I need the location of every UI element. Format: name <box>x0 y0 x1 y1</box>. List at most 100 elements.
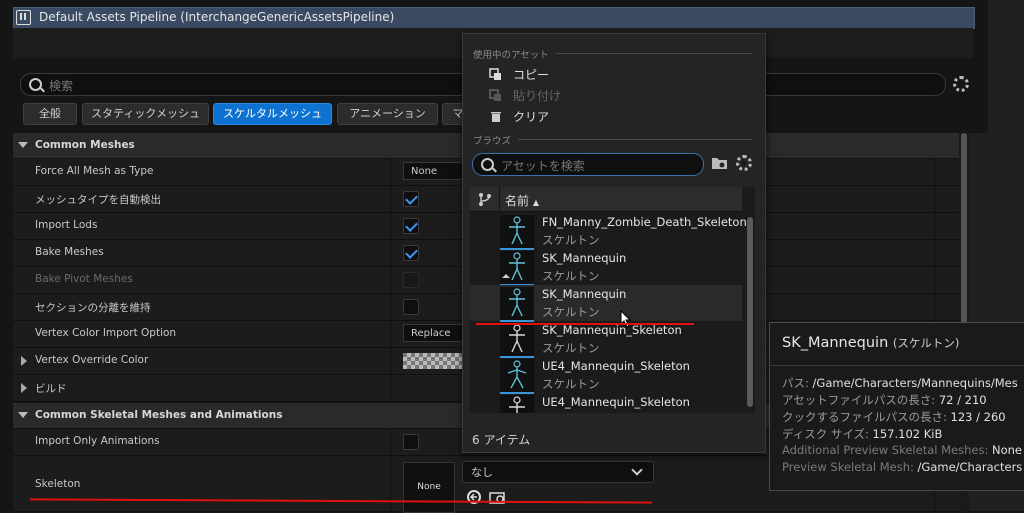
row-label: Vertex Override Color <box>35 354 149 366</box>
row-label: Vertex Color Import Option <box>35 327 177 339</box>
window-title-bar: Default Assets Pipeline (InterchangeGene… <box>13 7 975 29</box>
column-divider <box>390 186 391 212</box>
asset-search-placeholder: アセットを検索 <box>501 159 585 173</box>
asset-search-input[interactable]: アセットを検索 <box>472 153 704 176</box>
skeleton-asset-combo[interactable]: なし <box>462 461 654 483</box>
tooltip-path: パス: /Game/Characters/Mannequins/Mes <box>782 375 1018 391</box>
row-label: Skeleton <box>35 478 81 490</box>
asset-list-item[interactable]: UE4_Mannequin_Skeleton スケルトン <box>470 357 742 394</box>
asset-list-item[interactable]: FN_Manny_Zombie_Death_Skeleton スケルトン <box>470 213 747 250</box>
asset-list-item-hovered[interactable]: SK_Mannequin スケルトン <box>470 285 742 322</box>
paste-menu-item: 貼り付け <box>489 87 562 104</box>
collapse-arrow-icon <box>18 142 28 148</box>
bake-pivot-checkbox <box>403 272 419 288</box>
divider <box>556 53 752 54</box>
bake-meshes-checkbox[interactable] <box>403 245 419 261</box>
clear-label: クリア <box>513 110 550 124</box>
tooltip-value: 123 / 260 <box>950 410 1006 424</box>
row-label: Force All Mesh as Type <box>35 165 154 177</box>
expand-arrow-icon[interactable] <box>21 383 27 393</box>
section-title: Common Meshes <box>35 139 135 151</box>
tooltip-value: 157.102 KiB <box>872 427 943 441</box>
source-control-icon[interactable] <box>478 192 492 206</box>
paste-icon <box>489 89 501 101</box>
auto-detect-checkbox[interactable] <box>403 191 419 207</box>
chevron-down-icon <box>631 464 643 476</box>
keep-sections-checkbox[interactable] <box>403 299 419 315</box>
row-label: セクションの分離を維持 <box>35 302 151 314</box>
tooltip-key: ディスク サイズ: <box>782 427 873 441</box>
asset-list-item[interactable]: SK_Mannequin_Skeleton スケルトン <box>470 321 742 358</box>
row-label: Bake Meshes <box>35 246 104 258</box>
tooltip-value: 72 / 210 <box>938 393 987 407</box>
asset-name: UE4_Mannequin_Skeleton <box>542 359 690 373</box>
column-divider <box>390 456 391 511</box>
skeleton-combo-value: なし <box>471 466 493 479</box>
import-only-animations-checkbox[interactable] <box>403 434 419 450</box>
asset-type: スケルトン <box>542 305 600 319</box>
row-label: ビルド <box>35 383 67 395</box>
tooltip-title: SK_Mannequin (スケルトン) <box>782 335 959 351</box>
skeleton-thumbnail-icon <box>500 323 534 358</box>
in-use-header: 使用中のアセット <box>473 50 549 61</box>
tab-animation[interactable]: アニメーション <box>337 103 438 125</box>
tooltip-value: /Game/Characters/Mannequins/Mes <box>812 376 1018 390</box>
import-lods-checkbox[interactable] <box>403 218 419 234</box>
search-placeholder: 検索 <box>49 79 74 93</box>
column-divider <box>390 294 391 320</box>
asset-list: 名前 ▲ FN_Manny_Zombie_Death_Skeleton スケルト… <box>470 187 755 413</box>
color-swatch[interactable] <box>403 353 463 369</box>
paste-label: 貼り付け <box>513 89 562 103</box>
tab-static-mesh[interactable]: スタティックメッシュ <box>82 103 209 125</box>
column-divider <box>934 240 935 266</box>
item-count: 6 アイテム <box>472 433 531 447</box>
row-label: メッシュタイプを自動検出 <box>35 194 161 206</box>
tooltip-key: Additional Preview Skeletal Meshes: <box>782 443 992 457</box>
settings-gear-icon[interactable] <box>953 76 969 92</box>
section-title: Common Skeletal Meshes and Animations <box>35 409 283 421</box>
column-divider <box>934 186 935 212</box>
window-title: Default Assets Pipeline (InterchangeGene… <box>39 10 395 24</box>
asset-type: スケルトン <box>542 233 600 247</box>
column-divider <box>390 375 391 401</box>
tab-skeletal-mesh[interactable]: スケルタルメッシュ <box>213 103 332 125</box>
asset-tooltip: SK_Mannequin (スケルトン) パス: /Game/Character… <box>769 322 1024 491</box>
skeleton-thumbnail[interactable]: None <box>403 462 455 513</box>
asset-list-item[interactable]: SK_Mannequin スケルトン <box>470 249 742 286</box>
row-label: Import Only Animations <box>35 435 160 447</box>
force-mesh-type-combo[interactable]: None <box>403 162 467 180</box>
tooltip-asset-path-length: アセットファイルパスの長さ: 72 / 210 <box>782 392 987 408</box>
folder-icon[interactable] <box>711 156 728 170</box>
column-divider <box>934 267 935 293</box>
tab-general[interactable]: 全般 <box>23 103 77 125</box>
column-divider <box>390 267 391 293</box>
expand-arrow-icon[interactable] <box>21 356 27 366</box>
clear-menu-item[interactable]: クリア <box>491 108 550 125</box>
asset-list-header: 名前 ▲ <box>470 187 742 212</box>
copy-menu-item[interactable]: コピー <box>489 66 549 83</box>
collapse-arrow-icon <box>18 412 28 418</box>
mouse-cursor-icon <box>620 310 632 328</box>
skeleton-thumbnail-icon <box>500 395 534 413</box>
asset-name: UE4_Mannequin_Skeleton <box>542 395 690 409</box>
asset-type: スケルトン <box>542 412 600 413</box>
asset-name: SK_Mannequin_Skeleton <box>542 323 682 337</box>
skeleton-thumbnail-icon <box>500 359 534 394</box>
copy-icon <box>489 68 501 80</box>
trash-icon <box>491 112 501 122</box>
tooltip-additional-preview: Additional Preview Skeletal Meshes: None <box>782 443 1022 457</box>
picker-settings-gear-icon[interactable] <box>736 155 752 171</box>
search-icon <box>481 158 494 171</box>
name-column-header[interactable]: 名前 ▲ <box>505 192 539 209</box>
vertex-color-import-combo[interactable]: Replace <box>403 324 467 342</box>
divider <box>518 139 752 140</box>
asset-type: スケルトン <box>542 341 600 355</box>
asset-name: SK_Mannequin <box>542 251 627 265</box>
asset-list-scrollbar[interactable] <box>747 217 753 407</box>
browse-header: ブラウズ <box>473 136 512 147</box>
tooltip-asset-name: SK_Mannequin <box>782 335 889 351</box>
asset-name: SK_Mannequin <box>542 287 627 301</box>
tooltip-value: /Game/Characters <box>917 460 1023 474</box>
asset-list-item[interactable]: UE4_Mannequin_Skeleton スケルトン <box>470 393 742 413</box>
asset-name: FN_Manny_Zombie_Death_Skeleton <box>542 215 747 229</box>
